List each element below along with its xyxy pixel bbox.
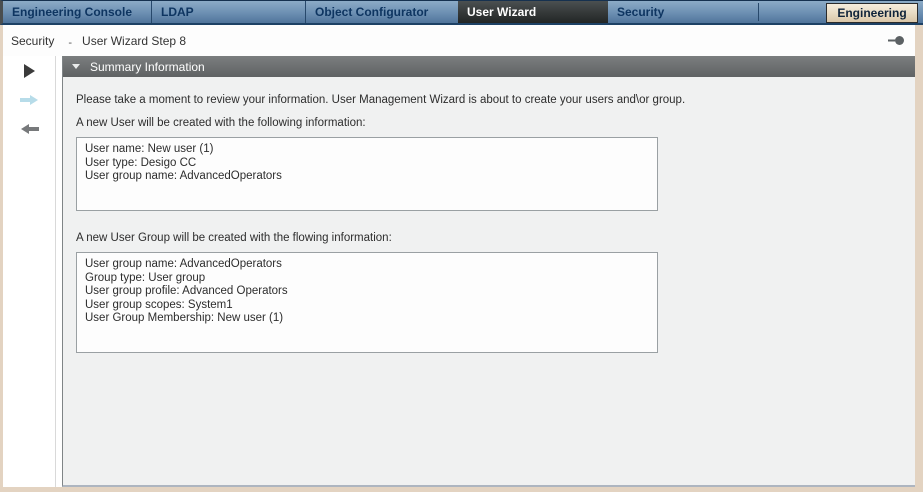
tab-label: Object Configurator (315, 5, 428, 19)
user-section-label: A new User will be created with the foll… (76, 116, 901, 130)
client-area: Security - User Wizard Step 8 (3, 25, 915, 487)
group-section-label: A new User Group will be created with th… (76, 231, 901, 245)
tab-divider (758, 3, 759, 21)
run-wizard-button[interactable] (14, 60, 44, 82)
tab-object-configurator[interactable]: Object Configurator (305, 1, 458, 23)
wizard-toolbar (3, 56, 56, 487)
breadcrumb-separator: - (68, 37, 72, 49)
summary-panel: Summary Information Please take a moment… (62, 56, 915, 487)
group-summary-line: Group type: User group (85, 272, 649, 286)
tab-user-wizard[interactable]: User Wizard (458, 1, 608, 23)
summary-section-title: Summary Information (90, 60, 205, 74)
user-summary-box: User name: New user (1) User type: Desig… (76, 137, 658, 211)
user-summary-line: User name: New user (1) (85, 143, 649, 157)
breadcrumb: Security - User Wizard Step 8 (3, 25, 915, 56)
tab-label: User Wizard (467, 5, 536, 19)
group-summary-line: User group scopes: System1 (85, 299, 649, 313)
forward-button[interactable] (14, 89, 44, 111)
user-summary-line: User group name: AdvancedOperators (85, 170, 649, 184)
main-tab-bar: Engineering Console LDAP Object Configur… (0, 0, 923, 25)
tab-label: LDAP (161, 5, 194, 19)
group-summary-box: User group name: AdvancedOperators Group… (76, 252, 658, 353)
tab-engineering-console[interactable]: Engineering Console (3, 1, 151, 23)
engineering-mode-button[interactable]: Engineering (826, 3, 918, 23)
tab-label: Engineering Console (12, 5, 132, 19)
collapse-triangle-icon (72, 64, 80, 69)
tab-ldap[interactable]: LDAP (151, 1, 305, 23)
user-summary-line: User type: Desigo CC (85, 157, 649, 171)
review-intro-text: Please take a moment to review your info… (76, 93, 901, 107)
play-icon (24, 64, 35, 78)
summary-section-header[interactable]: Summary Information (63, 56, 915, 77)
tab-label: Security (617, 5, 664, 19)
forward-arrow-icon (19, 94, 40, 106)
breadcrumb-root[interactable]: Security (11, 34, 54, 48)
group-summary-line: User group profile: Advanced Operators (85, 285, 649, 299)
pin-icon[interactable] (888, 35, 905, 46)
tab-security[interactable]: Security (608, 1, 758, 23)
back-arrow-icon (19, 123, 40, 135)
breadcrumb-current: User Wizard Step 8 (82, 34, 186, 48)
app-window: Engineering Console LDAP Object Configur… (0, 0, 923, 492)
group-summary-line: User group name: AdvancedOperators (85, 258, 649, 272)
back-button[interactable] (14, 118, 44, 140)
summary-content: Please take a moment to review your info… (63, 77, 915, 485)
content-row: Summary Information Please take a moment… (3, 56, 915, 487)
group-summary-line: User Group Membership: New user (1) (85, 312, 649, 326)
